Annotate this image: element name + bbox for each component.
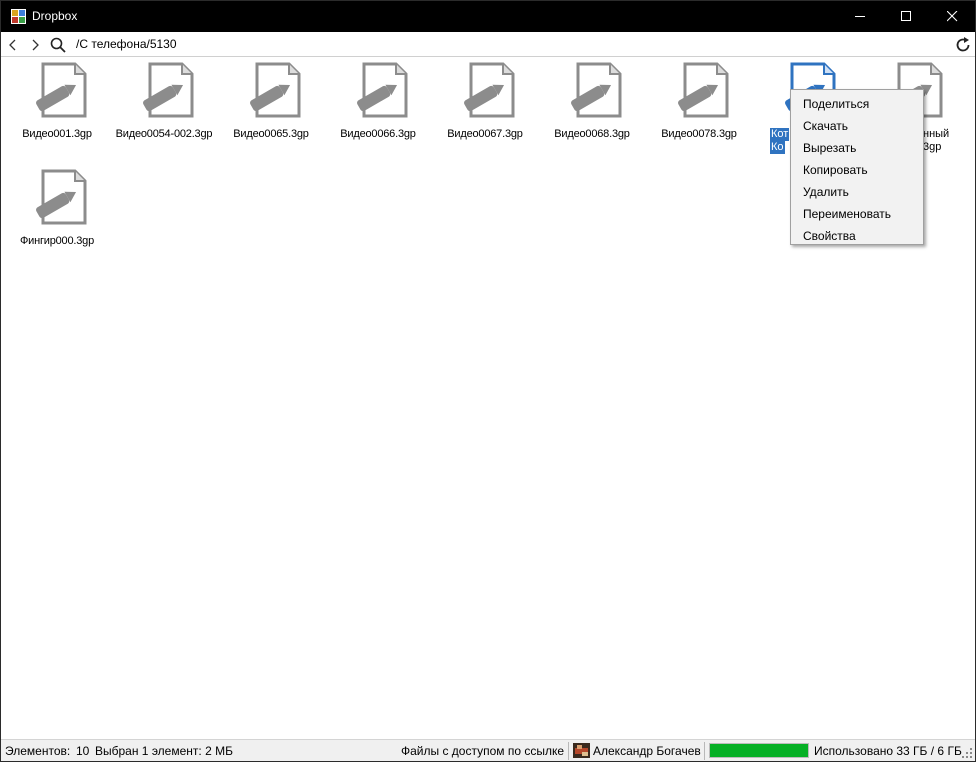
title-bar: Dropbox (1, 1, 975, 32)
file-item[interactable]: Фингир000.3gp (7, 165, 107, 265)
menu-item-share[interactable]: Поделиться (791, 93, 923, 115)
file-name-line1: Кот (770, 128, 790, 141)
file-item[interactable]: Видео0067.3gp (435, 58, 535, 158)
file-name: Видео0065.3gp (233, 128, 309, 140)
dropbox-window: Dropbox /С телефона/5130 Видео001.3gp Ви… (0, 0, 976, 762)
menu-item-rename[interactable]: Переименовать (791, 203, 923, 225)
status-bar: Элементов: 10 Выбран 1 элемент: 2 МБ Фай… (1, 739, 975, 761)
status-divider (568, 742, 569, 760)
shared-links-link[interactable]: Файлы с доступом по ссылке (401, 744, 564, 758)
menu-item-properties[interactable]: Свойства (791, 225, 923, 247)
menu-item-delete[interactable]: Удалить (791, 181, 923, 203)
maximize-button[interactable] (883, 1, 929, 32)
file-item[interactable]: Видео001.3gp (7, 58, 107, 158)
user-name[interactable]: Александр Богачев (593, 744, 701, 758)
storage-usage-fill (710, 744, 808, 757)
file-name: Видео0078.3gp (661, 128, 737, 140)
file-item[interactable]: Видео0078.3gp (649, 58, 749, 158)
file-name-line1: нный (923, 128, 950, 140)
file-name: Фингир000.3gp (19, 235, 95, 247)
forward-arrow-icon[interactable] (27, 37, 43, 53)
menu-item-cut[interactable]: Вырезать (791, 137, 923, 159)
video-file-icon (143, 62, 194, 118)
file-name: Видео0066.3gp (340, 128, 416, 140)
file-item[interactable]: Видео0066.3gp (328, 58, 428, 158)
file-name-line2: 3gp (923, 141, 942, 153)
status-divider (704, 742, 705, 760)
video-file-icon (36, 62, 87, 118)
context-menu: Поделиться Скачать Вырезать Копировать У… (790, 89, 924, 245)
minimize-button[interactable] (837, 1, 883, 32)
maximize-icon (901, 11, 911, 21)
refresh-icon[interactable] (954, 36, 972, 54)
video-file-icon (571, 62, 622, 118)
video-file-icon (36, 169, 87, 225)
file-name-line2: Ко (770, 141, 785, 154)
file-name: Видео0054-002.3gp (115, 128, 213, 140)
resize-grip-icon[interactable] (962, 748, 973, 759)
file-name: Видео0067.3gp (447, 128, 523, 140)
close-icon (947, 11, 958, 22)
video-file-icon (250, 62, 301, 118)
file-item[interactable]: Видео0054-002.3gp (114, 58, 214, 158)
dropbox-app-icon (11, 9, 26, 24)
user-avatar-icon[interactable] (573, 743, 590, 758)
storage-usage-bar (709, 743, 809, 758)
file-item[interactable]: Видео0068.3gp (542, 58, 642, 158)
search-icon[interactable] (50, 37, 66, 53)
items-label: Элементов: (5, 744, 71, 758)
path-text[interactable]: /С телефона/5130 (76, 37, 177, 51)
address-bar: /С телефона/5130 (1, 32, 975, 57)
menu-item-copy[interactable]: Копировать (791, 159, 923, 181)
file-name: Видео001.3gp (22, 128, 92, 140)
storage-usage-text: Использовано 33 ГБ / 6 ГБ (814, 744, 962, 758)
file-item[interactable]: Видео0065.3gp (221, 58, 321, 158)
minimize-icon (855, 16, 865, 17)
back-arrow-icon[interactable] (5, 37, 21, 53)
close-button[interactable] (929, 1, 975, 32)
video-file-icon (678, 62, 729, 118)
video-file-icon (464, 62, 515, 118)
selection-info: Выбран 1 элемент: 2 МБ (95, 744, 233, 758)
file-name: Видео0068.3gp (554, 128, 630, 140)
window-title: Dropbox (32, 9, 78, 23)
video-file-icon (357, 62, 408, 118)
items-count: 10 (76, 744, 90, 758)
menu-item-download[interactable]: Скачать (791, 115, 923, 137)
